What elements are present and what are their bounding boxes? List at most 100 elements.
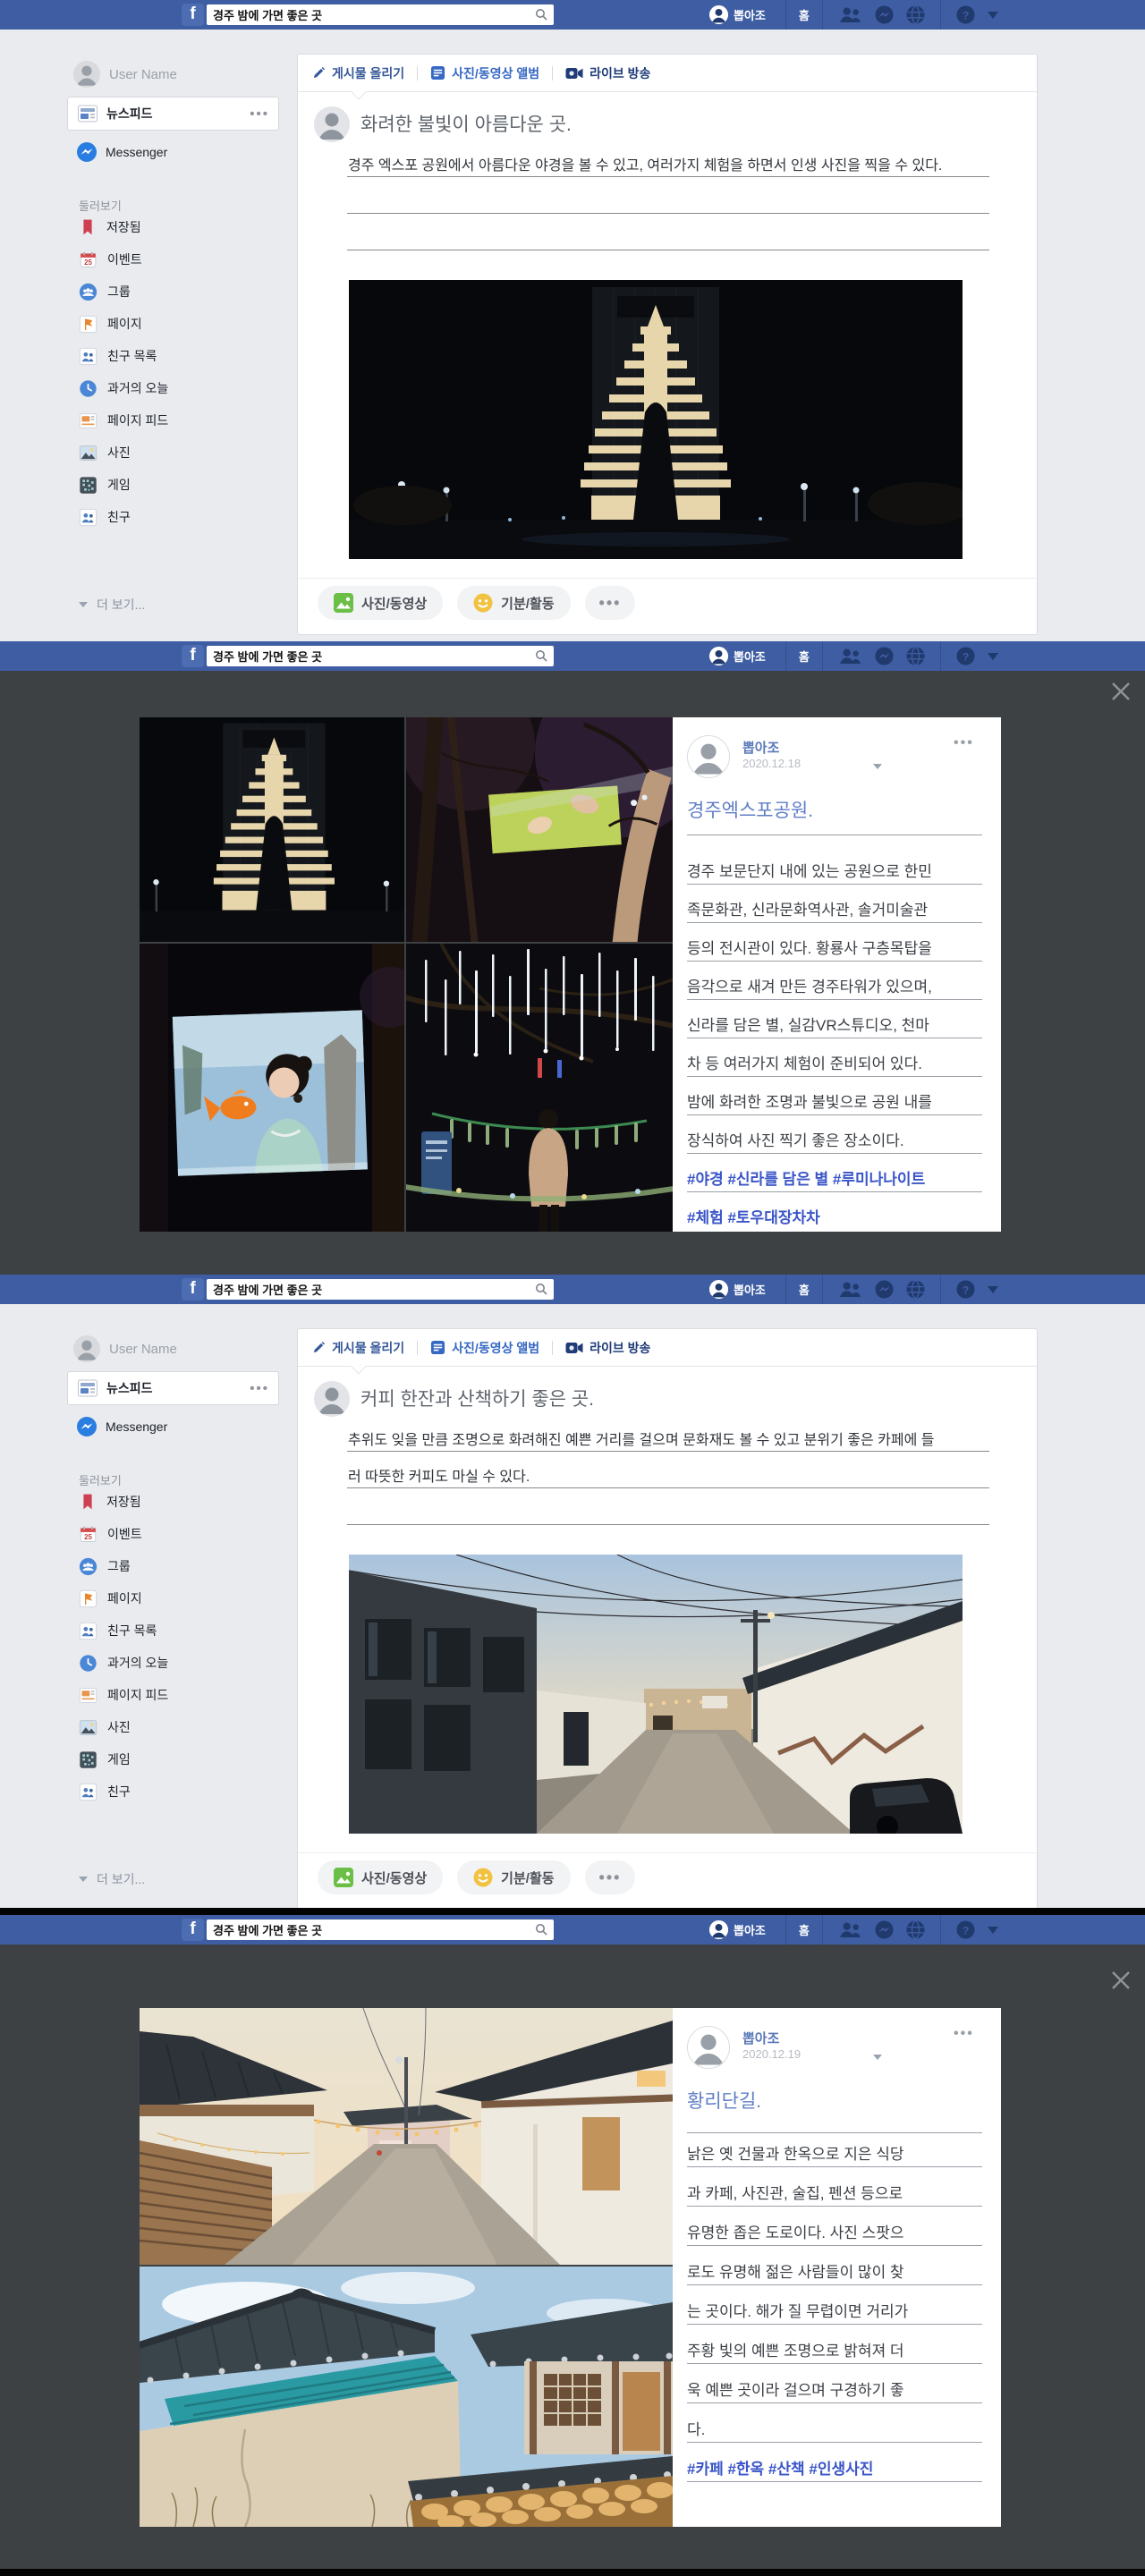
photo-video-button[interactable]: 사진/동영상	[318, 1860, 443, 1894]
post-options-button[interactable]	[954, 2026, 974, 2042]
author-name[interactable]: 뽑아조	[742, 738, 779, 757]
sidebar-item-friends[interactable]: 친구	[79, 501, 280, 533]
nav-profile-avatar[interactable]	[709, 5, 728, 24]
facebook-logo[interactable]: f	[182, 4, 204, 26]
author-name[interactable]: 뽑아조	[742, 2029, 779, 2047]
sidebar-item-pages[interactable]: 페이지	[79, 1582, 280, 1614]
search-icon[interactable]	[535, 649, 547, 662]
friend-requests-icon[interactable]	[838, 6, 862, 23]
sidebar-item-groups[interactable]: 그룹	[79, 275, 280, 308]
sidebar-item-pages-feed[interactable]: 페이지 피드	[79, 404, 280, 436]
author-avatar[interactable]	[687, 735, 730, 778]
sidebar-item-friend-lists[interactable]: 친구 목록	[79, 340, 280, 372]
messenger-icon[interactable]	[875, 647, 894, 665]
nav-home-link[interactable]: 홈	[799, 1281, 810, 1298]
search-input[interactable]	[207, 1279, 554, 1300]
nav-home-link[interactable]: 홈	[799, 648, 810, 665]
sidebar-item-pages-feed[interactable]: 페이지 피드	[79, 1679, 280, 1711]
sidebar-item-memories[interactable]: 과거의 오늘	[79, 1647, 280, 1679]
account-menu-caret-icon[interactable]	[988, 653, 998, 660]
tab-photo-video-album[interactable]: 사진/동영상 앨범	[430, 1339, 539, 1357]
notifications-globe-icon[interactable]	[906, 647, 925, 665]
sidebar-item-newsfeed[interactable]: 뉴스피드	[67, 1371, 279, 1405]
search-input[interactable]	[207, 4, 554, 25]
more-options-button[interactable]	[585, 586, 636, 620]
help-icon[interactable]: ?	[956, 647, 975, 665]
search-icon[interactable]	[535, 8, 547, 21]
more-options-button[interactable]	[585, 1860, 636, 1894]
tab-make-post[interactable]: 게시물 올리기	[312, 1339, 404, 1357]
sidebar-item-events[interactable]: 25 이벤트	[79, 1518, 280, 1550]
account-menu-caret-icon[interactable]	[988, 1927, 998, 1934]
post-photo-expo-tower[interactable]	[349, 280, 963, 559]
post-options-button[interactable]	[954, 735, 974, 751]
collage-photo-goldfish-projection[interactable]	[140, 944, 404, 1232]
sidebar-see-more[interactable]: 더 보기...	[79, 1870, 145, 1888]
nav-home-link[interactable]: 홈	[799, 1921, 810, 1938]
help-icon[interactable]: ?	[956, 5, 975, 24]
notifications-globe-icon[interactable]	[906, 1280, 925, 1299]
friend-requests-icon[interactable]	[838, 648, 862, 665]
sidebar-item-memories[interactable]: 과거의 오늘	[79, 372, 280, 404]
help-icon[interactable]: ?	[956, 1280, 975, 1299]
nav-profile-avatar[interactable]	[709, 1920, 728, 1939]
collage-photo-tower-night[interactable]	[140, 717, 404, 942]
sidebar-item-newsfeed[interactable]: 뉴스피드	[67, 97, 279, 131]
feeling-activity-button[interactable]: 기분/활동	[457, 586, 570, 620]
search-input[interactable]	[207, 646, 554, 666]
sidebar-see-more[interactable]: 더 보기...	[79, 596, 145, 614]
sidebar-item-games[interactable]: 게임	[79, 1743, 280, 1775]
notifications-globe-icon[interactable]	[906, 5, 925, 24]
search-icon[interactable]	[535, 1923, 547, 1936]
sidebar-item-saved[interactable]: 저장됨	[79, 1486, 280, 1518]
tab-live-broadcast[interactable]: 라이브 방송	[565, 64, 650, 82]
close-icon[interactable]	[1109, 1969, 1132, 1992]
sidebar-item-friends[interactable]: 친구	[79, 1775, 280, 1808]
account-menu-caret-icon[interactable]	[988, 1286, 998, 1293]
sidebar-item-games[interactable]: 게임	[79, 469, 280, 501]
sidebar-item-friend-lists[interactable]: 친구 목록	[79, 1614, 280, 1647]
hashtags-line[interactable]: #체험 #토우대장차차	[687, 1205, 986, 1227]
photo-video-button[interactable]: 사진/동영상	[318, 586, 443, 620]
nav-profile-avatar[interactable]	[709, 1280, 728, 1299]
nav-profile-name[interactable]: 뽑아조	[734, 1281, 766, 1298]
privacy-caret-icon[interactable]	[873, 764, 882, 769]
sidebar-item-photos[interactable]: 사진	[79, 1711, 280, 1743]
sidebar-item-saved[interactable]: 저장됨	[79, 211, 280, 243]
search-input[interactable]	[207, 1919, 554, 1940]
sidebar-item-events[interactable]: 25 이벤트	[79, 243, 280, 275]
nav-profile-name[interactable]: 뽑아조	[734, 1921, 766, 1938]
hashtags-line[interactable]: #야경 #신라를 담은 별 #루미나나이트	[687, 1166, 986, 1189]
collage-photo-hanging-lights[interactable]	[406, 944, 673, 1232]
collage-photo-hanok-alley[interactable]	[140, 2008, 673, 2265]
messenger-icon[interactable]	[875, 5, 894, 24]
newsfeed-options-icon[interactable]	[250, 106, 269, 122]
messenger-icon[interactable]	[875, 1920, 894, 1939]
hashtags-line[interactable]: #카페 #한옥 #산책 #인생사진	[687, 2456, 986, 2479]
account-menu-caret-icon[interactable]	[988, 12, 998, 19]
facebook-logo[interactable]: f	[182, 645, 204, 667]
sidebar-item-pages[interactable]: 페이지	[79, 308, 280, 340]
author-avatar[interactable]	[687, 2026, 730, 2069]
messenger-icon[interactable]	[875, 1280, 894, 1299]
feeling-activity-button[interactable]: 기분/활동	[457, 1860, 570, 1894]
newsfeed-options-icon[interactable]	[250, 1381, 269, 1396]
sidebar-user[interactable]: User Name	[73, 61, 177, 88]
nav-profile-name[interactable]: 뽑아조	[734, 6, 766, 23]
help-icon[interactable]: ?	[956, 1920, 975, 1939]
tab-make-post[interactable]: 게시물 올리기	[312, 64, 404, 82]
facebook-logo[interactable]: f	[182, 1278, 204, 1301]
sidebar-item-messenger[interactable]: Messenger	[76, 1411, 167, 1443]
nav-profile-name[interactable]: 뽑아조	[734, 648, 766, 665]
tab-live-broadcast[interactable]: 라이브 방송	[565, 1339, 650, 1357]
collage-photo-hanok-roofs[interactable]	[140, 2267, 673, 2527]
sidebar-item-photos[interactable]: 사진	[79, 436, 280, 469]
nav-home-link[interactable]: 홈	[799, 6, 810, 23]
notifications-globe-icon[interactable]	[906, 1920, 925, 1939]
sidebar-item-messenger[interactable]: Messenger	[76, 136, 167, 168]
post-photo-street-dusk[interactable]	[349, 1555, 963, 1834]
nav-profile-avatar[interactable]	[709, 647, 728, 665]
close-icon[interactable]	[1109, 680, 1132, 703]
friend-requests-icon[interactable]	[838, 1281, 862, 1298]
facebook-logo[interactable]: f	[182, 1919, 204, 1941]
